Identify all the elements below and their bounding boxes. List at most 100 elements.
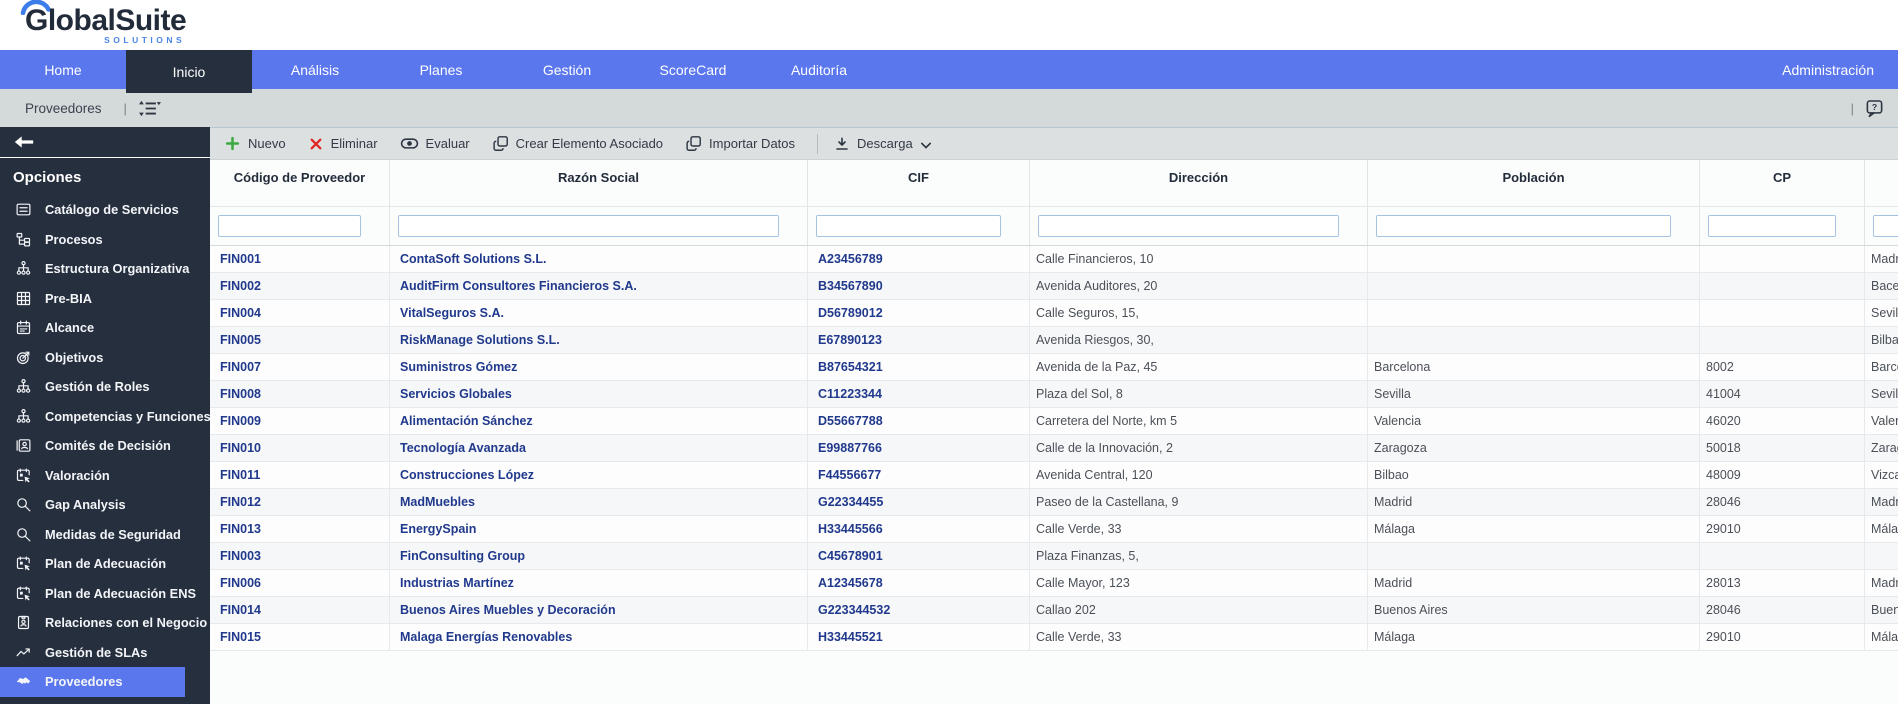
cell-name[interactable]: Construcciones López bbox=[390, 462, 808, 488]
table-row[interactable]: FIN010 Tecnología Avanzada E99887766 Calle … bbox=[210, 435, 1898, 462]
table-row[interactable]: FIN006 Industrias Martínez A12345678 Calle … bbox=[210, 570, 1898, 597]
sidebar-item-estructura-organizativa[interactable]: Estructura Organizativa bbox=[0, 254, 189, 284]
cell-name[interactable]: EnergySpain bbox=[390, 516, 808, 542]
cell-name[interactable]: Tecnología Avanzada bbox=[390, 435, 808, 461]
cell-code[interactable]: FIN008 bbox=[210, 381, 390, 407]
cell-code[interactable]: FIN006 bbox=[210, 570, 390, 596]
cell-cif[interactable]: B34567890 bbox=[808, 273, 1030, 299]
cell-cif[interactable]: E99887766 bbox=[808, 435, 1030, 461]
cell-code[interactable]: FIN004 bbox=[210, 300, 390, 326]
table-row[interactable]: FIN002 AuditFirm Consultores Financieros … bbox=[210, 273, 1898, 300]
toolbar-eliminar-button[interactable]: Eliminar bbox=[308, 136, 378, 152]
sidebar-item-pre-bia[interactable]: Pre-BIA bbox=[0, 284, 185, 314]
column-header-poblacion[interactable]: Población bbox=[1368, 160, 1700, 206]
table-row[interactable]: FIN005 RiskManage Solutions S.L. E67890123… bbox=[210, 327, 1898, 354]
sidebar-item-procesos[interactable]: Procesos bbox=[0, 225, 185, 255]
cell-name[interactable]: FinConsulting Group bbox=[390, 543, 808, 569]
sidebar-item-objetivos[interactable]: Objetivos bbox=[0, 343, 185, 373]
sidebar-item-medidas-de-seguridad[interactable]: Medidas de Seguridad bbox=[0, 520, 185, 550]
cell-cif[interactable]: C11223344 bbox=[808, 381, 1030, 407]
filter-input-cp[interactable] bbox=[1708, 215, 1836, 237]
sidebar-item-gap-analysis[interactable]: Gap Analysis bbox=[0, 490, 185, 520]
cell-name[interactable]: VitalSeguros S.A. bbox=[390, 300, 808, 326]
table-row[interactable]: FIN014 Buenos Aires Muebles y Decoración G… bbox=[210, 597, 1898, 624]
table-row[interactable]: FIN013 EnergySpain H33445566 Calle Verde, 3… bbox=[210, 516, 1898, 543]
table-row[interactable]: FIN008 Servicios Globales C11223344 Plaza d… bbox=[210, 381, 1898, 408]
cell-name[interactable]: ContaSoft Solutions S.L. bbox=[390, 246, 808, 272]
column-header-direccion[interactable]: Dirección bbox=[1030, 160, 1368, 206]
toolbar-evaluar-button[interactable]: Evaluar bbox=[400, 134, 470, 153]
cell-cif[interactable]: H33445566 bbox=[808, 516, 1030, 542]
cell-name[interactable]: AuditFirm Consultores Financieros S.A. bbox=[390, 273, 808, 299]
filter-input-col-6[interactable] bbox=[1873, 215, 1898, 237]
sidebar-item-comites-de-decision[interactable]: Comités de Decisión bbox=[0, 431, 185, 461]
cell-cif[interactable]: A23456789 bbox=[808, 246, 1030, 272]
toolbar-crear-elemento-asociado-button[interactable]: Crear Elemento Asociado bbox=[492, 135, 663, 152]
cell-cif[interactable]: A12345678 bbox=[808, 570, 1030, 596]
cell-code[interactable]: FIN010 bbox=[210, 435, 390, 461]
cell-code[interactable]: FIN002 bbox=[210, 273, 390, 299]
cell-cif[interactable]: G223344532 bbox=[808, 597, 1030, 623]
nav-tab-scorecard[interactable]: ScoreCard bbox=[630, 50, 756, 89]
cell-code[interactable]: FIN003 bbox=[210, 543, 390, 569]
cell-code[interactable]: FIN009 bbox=[210, 408, 390, 434]
nav-tab-auditoria[interactable]: Auditoría bbox=[756, 50, 882, 89]
column-header-cp[interactable]: CP bbox=[1700, 160, 1865, 206]
column-header-codigo-de-proveedor[interactable]: Código de Proveedor bbox=[210, 160, 390, 206]
sidebar-item-gestion-de-slas[interactable]: Gestión de SLAs bbox=[0, 638, 185, 668]
cell-cif[interactable]: G22334455 bbox=[808, 489, 1030, 515]
help-icon[interactable]: ? bbox=[1865, 99, 1884, 118]
cell-name[interactable]: RiskManage Solutions S.L. bbox=[390, 327, 808, 353]
cell-name[interactable]: Suministros Gómez bbox=[390, 354, 808, 380]
logo[interactable]: GlobalSuite SOLUTIONS bbox=[20, 0, 187, 45]
cell-code[interactable]: FIN012 bbox=[210, 489, 390, 515]
table-row[interactable]: FIN007 Suministros Gómez B87654321 Avenida … bbox=[210, 354, 1898, 381]
cell-name[interactable]: Buenos Aires Muebles y Decoración bbox=[390, 597, 808, 623]
sidebar-item-alcance[interactable]: Alcance bbox=[0, 313, 185, 343]
cell-cif[interactable]: B87654321 bbox=[808, 354, 1030, 380]
cell-name[interactable]: Servicios Globales bbox=[390, 381, 808, 407]
nav-tab-administracion[interactable]: Administración bbox=[1758, 50, 1898, 89]
sidebar-item-catalogo-de-servicios[interactable]: Catálogo de Servicios bbox=[0, 195, 185, 225]
cell-name[interactable]: Alimentación Sánchez bbox=[390, 408, 808, 434]
cell-cif[interactable]: E67890123 bbox=[808, 327, 1030, 353]
nav-tab-home[interactable]: Home bbox=[0, 50, 126, 89]
column-header-cif[interactable]: CIF bbox=[808, 160, 1030, 206]
filter-input-poblacion[interactable] bbox=[1376, 215, 1671, 237]
cell-code[interactable]: FIN011 bbox=[210, 462, 390, 488]
sidebar-item-relaciones-con-el-negocio[interactable]: Relaciones con el Negocio bbox=[0, 608, 207, 638]
cell-code[interactable]: FIN013 bbox=[210, 516, 390, 542]
nav-tab-gestion[interactable]: Gestión bbox=[504, 50, 630, 89]
cell-code[interactable]: FIN007 bbox=[210, 354, 390, 380]
back-arrow-icon[interactable] bbox=[13, 131, 35, 153]
table-row[interactable]: FIN009 Alimentación Sánchez D55667788 Carre… bbox=[210, 408, 1898, 435]
table-row[interactable]: FIN012 MadMuebles G22334455 Paseo de la Cas… bbox=[210, 489, 1898, 516]
filter-input-cif[interactable] bbox=[816, 215, 1001, 237]
table-row[interactable]: FIN015 Malaga Energías Renovables H3344552… bbox=[210, 624, 1898, 651]
column-header-razon-social[interactable]: Razón Social bbox=[390, 160, 808, 206]
nav-tab-analisis[interactable]: Análisis bbox=[252, 50, 378, 89]
cell-code[interactable]: FIN001 bbox=[210, 246, 390, 272]
toolbar-importar-datos-button[interactable]: Importar Datos bbox=[685, 135, 795, 152]
sidebar-item-plan-de-adecuacion-ens[interactable]: Plan de Adecuación ENS bbox=[0, 579, 196, 609]
column-header-col-6[interactable] bbox=[1865, 160, 1898, 206]
cell-name[interactable]: MadMuebles bbox=[390, 489, 808, 515]
nav-tab-inicio[interactable]: Inicio bbox=[126, 50, 252, 93]
sidebar-item-proveedores[interactable]: Proveedores bbox=[0, 667, 185, 697]
cell-cif[interactable]: D56789012 bbox=[808, 300, 1030, 326]
sidebar-item-plan-de-adecuacion[interactable]: Plan de Adecuación bbox=[0, 549, 185, 579]
cell-name[interactable]: Malaga Energías Renovables bbox=[390, 624, 808, 650]
toolbar-descarga-button[interactable]: Descarga bbox=[834, 136, 931, 152]
sidebar-item-valoracion[interactable]: Valoración bbox=[0, 461, 185, 491]
cell-cif[interactable]: H33445521 bbox=[808, 624, 1030, 650]
cell-cif[interactable]: D55667788 bbox=[808, 408, 1030, 434]
cell-cif[interactable]: F44556677 bbox=[808, 462, 1030, 488]
filter-input-razon-social[interactable] bbox=[398, 215, 779, 237]
nav-tab-planes[interactable]: Planes bbox=[378, 50, 504, 89]
table-row[interactable]: FIN004 VitalSeguros S.A. D56789012 Calle Se… bbox=[210, 300, 1898, 327]
cell-name[interactable]: Industrias Martínez bbox=[390, 570, 808, 596]
table-row[interactable]: FIN011 Construcciones López F44556677 Aveni… bbox=[210, 462, 1898, 489]
toolbar-nuevo-button[interactable]: Nuevo bbox=[224, 135, 286, 152]
cell-cif[interactable]: C45678901 bbox=[808, 543, 1030, 569]
list-options-icon[interactable] bbox=[138, 100, 161, 117]
